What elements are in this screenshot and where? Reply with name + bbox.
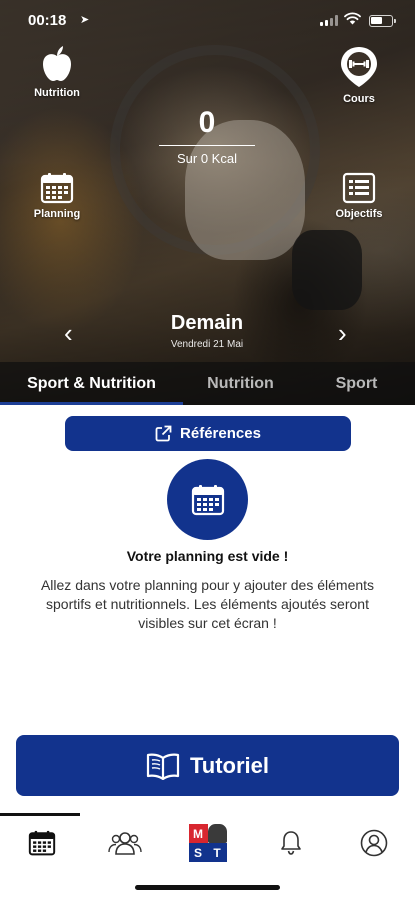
- mst-logo-s: S: [188, 843, 208, 862]
- objectifs-shortcut-button[interactable]: Objectifs: [330, 172, 388, 220]
- wifi-icon: [344, 12, 361, 25]
- calendar-icon: [40, 173, 74, 204]
- cours-shortcut-label: Cours: [343, 93, 375, 105]
- status-bar: 00:18 ➤: [0, 0, 415, 44]
- nav-community[interactable]: [83, 818, 166, 868]
- nutrition-shortcut-button[interactable]: Nutrition: [30, 45, 84, 99]
- tab-nutrition[interactable]: Nutrition: [183, 362, 298, 405]
- empty-planning-title: Votre planning est vide !: [126, 548, 289, 564]
- day-date: Vendredi 21 Mai: [170, 339, 244, 350]
- nav-calendar[interactable]: [0, 818, 83, 868]
- cellular-signal-icon: [320, 15, 338, 26]
- mst-logo-t: T: [207, 843, 227, 862]
- checklist-icon: [342, 172, 376, 204]
- open-book-icon: [146, 753, 180, 780]
- nav-profile[interactable]: [332, 818, 415, 868]
- tutorial-label: Tutoriel: [189, 752, 270, 778]
- external-link-icon: [155, 425, 172, 442]
- apple-icon: [43, 46, 71, 81]
- home-indicator: [135, 885, 280, 890]
- calendar-icon: [28, 830, 55, 856]
- hero-photo-kettlebell: [292, 230, 362, 310]
- kcal-value: 0: [198, 106, 216, 139]
- planning-shortcut-button[interactable]: Planning: [30, 172, 84, 220]
- day-title: Demain: [170, 312, 244, 334]
- mst-logo: M S T: [188, 824, 227, 862]
- kcal-divider: [159, 145, 255, 146]
- previous-day-chevron-icon[interactable]: ‹: [64, 318, 73, 349]
- kcal-summary: 0 Sur 0 Kcal: [157, 105, 257, 166]
- nav-notifications[interactable]: [249, 818, 332, 868]
- empty-planning-badge: [167, 459, 248, 540]
- objectifs-shortcut-label: Objectifs: [335, 208, 383, 220]
- tab-bar: Sport & Nutrition Nutrition Sport: [0, 362, 415, 405]
- calendar-icon: [191, 484, 224, 515]
- references-label: Références: [180, 425, 261, 442]
- cours-shortcut-button[interactable]: Cours: [330, 45, 388, 105]
- bottom-nav: M S T: [0, 818, 415, 868]
- bell-icon: [280, 831, 301, 855]
- status-time: 00:18: [28, 12, 67, 29]
- tab-sport-nutrition[interactable]: Sport & Nutrition: [0, 362, 183, 405]
- tab-sport[interactable]: Sport: [298, 362, 415, 405]
- mst-logo-m: M: [188, 824, 208, 843]
- nutrition-shortcut-label: Nutrition: [34, 87, 80, 99]
- references-button[interactable]: Références: [65, 416, 351, 451]
- planning-shortcut-label: Planning: [33, 208, 81, 220]
- empty-planning-text: Allez dans votre planning pour y ajouter…: [40, 577, 375, 631]
- tutorial-button[interactable]: Tutoriel: [16, 735, 399, 796]
- location-arrow-icon: ➤: [80, 14, 90, 26]
- nav-mst-home[interactable]: M S T: [166, 818, 249, 868]
- battery-icon: [369, 15, 396, 27]
- kcal-subtitle: Sur 0 Kcal: [177, 151, 237, 166]
- next-day-chevron-icon[interactable]: ›: [338, 318, 347, 349]
- active-nav-indicator: [0, 813, 80, 816]
- profile-icon: [360, 829, 387, 857]
- dumbbell-location-icon: [341, 47, 377, 87]
- kettlebell-icon: [207, 824, 227, 843]
- community-icon: [107, 832, 142, 855]
